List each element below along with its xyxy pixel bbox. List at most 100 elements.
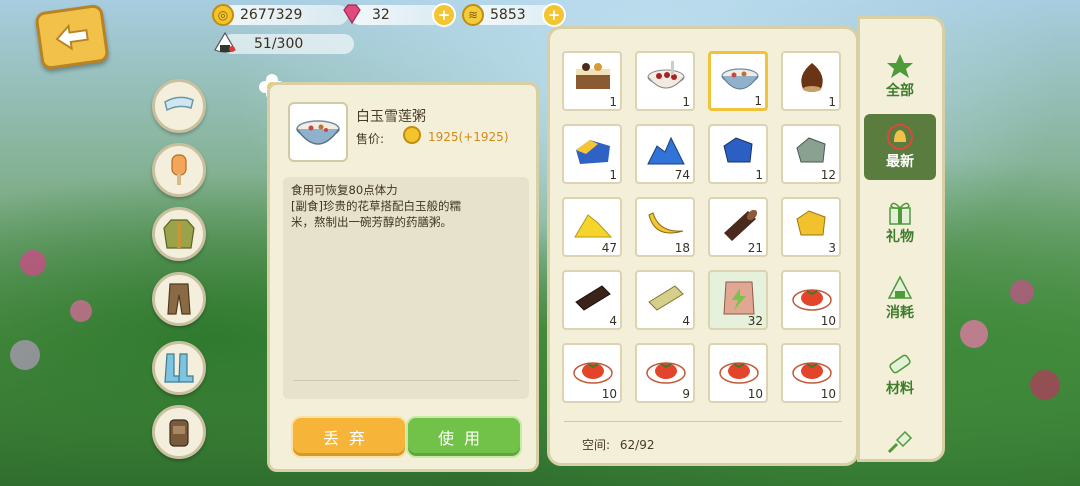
item-count: 4: [682, 314, 690, 328]
equip-slot-pants[interactable]: [152, 272, 206, 326]
item-count: 1: [609, 168, 617, 182]
inventory-slot[interactable]: 9: [635, 343, 695, 403]
item-count: 4: [609, 314, 617, 328]
inventory-slot[interactable]: 1: [562, 51, 622, 111]
add-tickets-button[interactable]: +: [542, 3, 566, 27]
bag-capacity: 51/300: [254, 36, 304, 52]
tab-label: 最新: [886, 154, 914, 170]
flower-decoration: [960, 320, 988, 348]
inventory-panel: 1 1 1 1 1 74 1 12 47 18 21 3 4 4 32 10 10 9 10 10 空间: 62/92: [547, 26, 859, 466]
inventory-slot[interactable]: 1: [708, 124, 768, 184]
rain-boots-icon: [164, 353, 194, 383]
equip-slot-food[interactable]: [152, 143, 206, 197]
inventory-slot[interactable]: 74: [635, 124, 695, 184]
flower-decoration: [70, 300, 92, 322]
gold-coin-icon: ◎: [212, 4, 234, 26]
inventory-slot[interactable]: 3: [781, 197, 841, 257]
inventory-slot[interactable]: 10: [562, 343, 622, 403]
selected-item-icon: [288, 102, 348, 162]
tab-consumables[interactable]: 消耗: [864, 265, 936, 331]
item-count: 32: [747, 314, 763, 328]
item-count: 10: [601, 387, 617, 401]
inventory-slot[interactable]: 1: [708, 51, 768, 111]
bag-capacity-display: 51/300: [214, 31, 354, 54]
bell-icon: [887, 124, 913, 150]
inventory-slot[interactable]: 18: [635, 197, 695, 257]
gem-icon: [343, 4, 361, 25]
inventory-slot[interactable]: 32: [708, 270, 768, 330]
tab-gifts[interactable]: 礼物: [864, 189, 936, 255]
tab-tools[interactable]: [864, 409, 936, 475]
item-count: 10: [820, 314, 836, 328]
item-count: 47: [601, 241, 617, 255]
item-detail-panel: 白玉雪莲粥 售价: 1925(+1925) 食用可恢复80点体力 [副食]珍贵的…: [267, 82, 539, 472]
inventory-slot[interactable]: 1: [635, 51, 695, 111]
dark-wood-log-icon: [724, 209, 758, 241]
inventory-slot[interactable]: 1: [562, 124, 622, 184]
blue-yellow-ore-icon: [576, 140, 610, 164]
tomato-dish-icon: [792, 362, 832, 384]
description-line: [副食]珍贵的花草搭配白玉般的糯: [291, 199, 461, 213]
gift-icon: [889, 202, 911, 225]
category-tabs: 全部 最新 礼物 消耗 材料: [857, 16, 945, 462]
equip-slot-boots[interactable]: [152, 341, 206, 395]
inventory-slot[interactable]: 47: [562, 197, 622, 257]
inventory-slot[interactable]: 10: [781, 343, 841, 403]
tab-latest[interactable]: 最新: [864, 114, 936, 180]
inventory-slot[interactable]: 10: [781, 270, 841, 330]
discard-button[interactable]: 丢弃: [291, 416, 407, 458]
dark-chocolate-icon: [575, 285, 611, 311]
item-count: 3: [828, 241, 836, 255]
flower-decoration: [10, 340, 40, 370]
tomato-dish-icon: [719, 362, 759, 384]
use-button[interactable]: 使用: [406, 416, 522, 458]
item-count: 1: [682, 95, 690, 109]
banana-icon: [648, 212, 684, 234]
item-count: 18: [674, 241, 690, 255]
item-count: 12: [820, 168, 836, 182]
space-value: 62/92: [619, 438, 655, 452]
shovel-icon: [887, 430, 913, 454]
flower-decoration: [1030, 370, 1060, 400]
price-label: 售价:: [356, 132, 385, 146]
gold-amount: 2677329: [240, 7, 303, 23]
tab-label: 礼物: [886, 229, 914, 245]
item-count: 74: [674, 168, 690, 182]
description-line: 食用可恢复80点体力: [291, 183, 398, 197]
visor-hat-icon: [164, 96, 194, 112]
star-icon: [887, 54, 913, 78]
scroll-icon: [889, 354, 911, 374]
back-button[interactable]: [34, 3, 110, 71]
equip-slot-backpack[interactable]: [152, 405, 206, 459]
tab-materials[interactable]: 材料: [864, 341, 936, 407]
inventory-slot[interactable]: 10: [708, 343, 768, 403]
flower-decoration: [1010, 280, 1034, 304]
fertilizer-bag-icon: [723, 281, 755, 315]
inventory-slot[interactable]: 21: [708, 197, 768, 257]
price-value: 1925(+1925): [428, 130, 509, 144]
ticket-display: ≋ 5853 +: [462, 3, 566, 27]
gold-ore-icon: [796, 210, 826, 236]
add-gems-button[interactable]: +: [432, 3, 456, 27]
inventory-slot[interactable]: 12: [781, 124, 841, 184]
tab-all[interactable]: 全部: [864, 43, 936, 109]
item-count: 1: [754, 94, 762, 108]
tomato-dish-icon: [792, 289, 832, 311]
equip-slot-top[interactable]: [152, 207, 206, 261]
inventory-slot[interactable]: 4: [562, 270, 622, 330]
blue-crystal-pile-icon: [647, 136, 685, 165]
popsicle-icon: [171, 154, 187, 185]
inventory-slot[interactable]: 1: [781, 51, 841, 111]
gold-display: ◎ 2677329: [212, 4, 348, 26]
tab-label: 消耗: [886, 305, 914, 321]
divider: [564, 421, 842, 422]
tomato-dish-icon: [646, 362, 686, 384]
divider: [293, 380, 519, 381]
gem-amount: 32: [372, 7, 390, 23]
cake-slice-icon: [576, 63, 610, 89]
inventory-slot[interactable]: 4: [635, 270, 695, 330]
ticket-amount: 5853: [490, 7, 526, 23]
rice-ball-icon: [887, 275, 913, 299]
equip-slot-hat[interactable]: [152, 79, 206, 133]
flower-decoration: [20, 250, 46, 276]
